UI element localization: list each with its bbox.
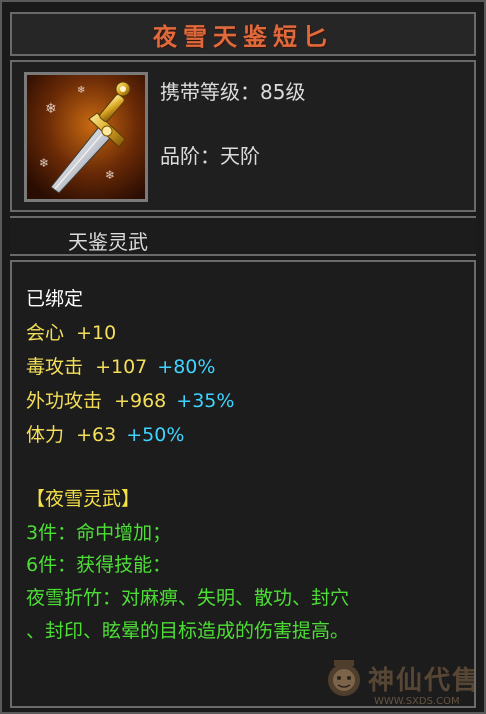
set-bonus-3-piece: 3件：命中增加；	[26, 522, 172, 544]
attribute-percent: +35%	[176, 390, 235, 412]
item-tooltip: 夜雪天鉴短匕 ❄ ❄ ❄ ❄ 携带等级：85级 品阶：天阶 天鉴灵武 已绑定 会…	[0, 0, 486, 714]
attribute-value: +107	[95, 356, 148, 378]
attribute-panel: 已绑定 会心 +10 毒攻击 +107 +80% 外功攻击 +968 +35% …	[10, 260, 476, 708]
bound-status: 已绑定	[26, 288, 84, 310]
set-bonus-6-piece: 6件：获得技能：	[26, 554, 172, 576]
title-bar: 夜雪天鉴短匕	[10, 12, 476, 56]
watermark-text: 神仙代售	[368, 666, 481, 696]
set-skill-line: 夜雪折竹：对麻痹、失明、散功、封穴	[26, 587, 350, 609]
attribute-value: +63	[76, 424, 117, 446]
set-row: 天鉴灵武	[10, 216, 476, 256]
attribute-value: +10	[76, 322, 117, 344]
attribute-percent: +50%	[126, 424, 185, 446]
dagger-icon: ❄ ❄ ❄ ❄ ❄	[24, 72, 148, 202]
item-name: 夜雪天鉴短匕	[153, 21, 333, 51]
watermark: 神仙代售 WWW.SXDS.COM	[324, 656, 484, 712]
attribute-name: 毒攻击	[26, 356, 84, 378]
svg-text:❄: ❄	[105, 168, 115, 182]
attribute-name: 体力	[26, 424, 65, 446]
attribute-row: 毒攻击 +107 +80%	[26, 352, 215, 379]
attribute-name: 会心	[26, 322, 65, 344]
set-bonus-header: 【夜雪灵武】	[26, 488, 141, 510]
attribute-row: 会心 +10	[26, 318, 116, 345]
svg-text:❄: ❄	[39, 156, 49, 170]
attribute-value: +968	[114, 390, 167, 412]
mascot-logo-icon	[328, 660, 360, 696]
item-grade: 品阶：天阶	[160, 144, 260, 168]
carry-level: 携带等级：85级	[160, 80, 306, 104]
svg-text:❄: ❄	[45, 101, 57, 117]
attribute-row: 体力 +63 +50%	[26, 420, 184, 447]
set-title: 天鉴灵武	[68, 230, 148, 254]
set-skill-line: 、封印、眩晕的目标造成的伤害提高。	[26, 620, 350, 642]
item-header: ❄ ❄ ❄ ❄ ❄ 携带等级：85级 品阶：天阶	[10, 60, 476, 212]
svg-text:❄: ❄	[77, 85, 85, 96]
watermark-url: WWW.SXDS.COM	[374, 696, 460, 707]
attribute-percent: +80%	[157, 356, 216, 378]
attribute-row: 外功攻击 +968 +35%	[26, 386, 234, 413]
attribute-name: 外功攻击	[26, 390, 103, 412]
